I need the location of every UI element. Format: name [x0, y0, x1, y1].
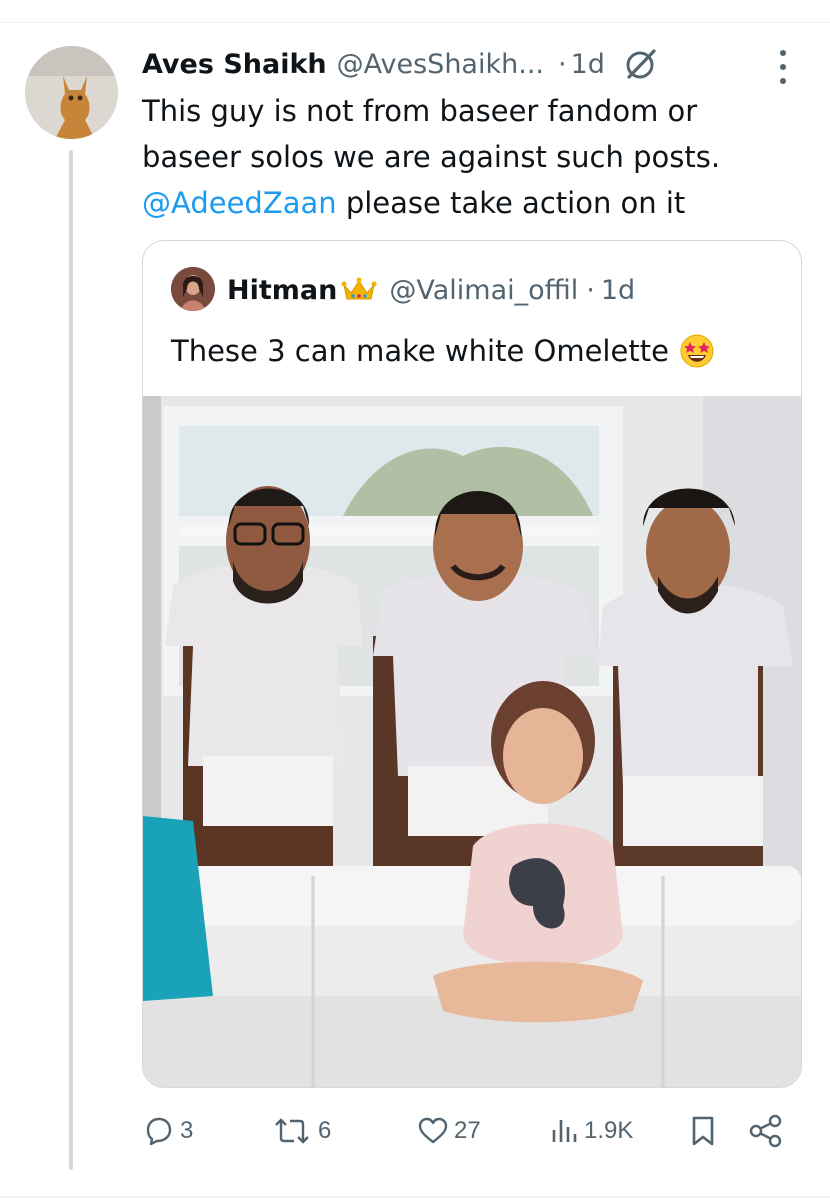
- more-icon[interactable]: [772, 50, 794, 84]
- views-icon: [552, 1120, 577, 1142]
- cat-avatar-image: [25, 46, 118, 139]
- reply-text-rest: please take action on it: [336, 186, 686, 220]
- star-struck-emoji-icon: [679, 333, 715, 369]
- author-handle[interactable]: @AvesShaikh...: [337, 49, 544, 80]
- separator-dot: ·: [557, 48, 567, 80]
- reply-text-line: @AdeedZaan please take action on it: [142, 180, 802, 226]
- reply-count: 3: [180, 1117, 194, 1144]
- bookmark-icon: [692, 1116, 714, 1146]
- separator-dot: ·: [586, 274, 595, 306]
- reply-header: Aves Shaikh @AvesShaikh... · 1d: [142, 44, 659, 84]
- quote-header: Hitman @Valimai_offil · 1d: [227, 269, 635, 311]
- reply-text-line: baseer solos we are against such posts.: [142, 140, 721, 174]
- repost-button[interactable]: 6: [270, 1106, 331, 1156]
- quote-author-handle[interactable]: @Valimai_offil: [389, 275, 578, 306]
- timestamp[interactable]: 1d: [571, 49, 605, 80]
- mention-link[interactable]: @AdeedZaan: [142, 186, 337, 220]
- grok-icon[interactable]: [623, 46, 659, 82]
- quote-media-image[interactable]: [143, 396, 801, 1087]
- quoted-tweet[interactable]: Hitman @Valimai_offil · 1d These 3 can m…: [142, 240, 802, 1088]
- share-icon: [749, 1114, 782, 1148]
- action-bar: 3 6 27 1.9K: [142, 1106, 792, 1156]
- view-count: 1.9K: [584, 1117, 634, 1144]
- views-button[interactable]: 1.9K: [550, 1106, 633, 1156]
- crown-emoji-icon: [341, 277, 377, 303]
- quote-timestamp[interactable]: 1d: [601, 275, 635, 306]
- reply-text: This guy is not from baseer fandom or ba…: [142, 88, 802, 226]
- thread-line: [69, 150, 73, 1170]
- heart-icon: [418, 1117, 448, 1144]
- bookmark-button[interactable]: [688, 1106, 718, 1156]
- reply-text-line: This guy is not from baseer fandom or: [142, 94, 698, 128]
- quote-text-content: These 3 can make white Omelette: [171, 334, 669, 368]
- reply-button[interactable]: 3: [142, 1106, 193, 1156]
- bottom-divider: [0, 1196, 830, 1198]
- quote-author-name[interactable]: Hitman: [227, 275, 337, 306]
- like-count: 27: [454, 1117, 481, 1144]
- repost-icon: [275, 1118, 309, 1144]
- like-button[interactable]: 27: [416, 1106, 481, 1156]
- quote-text: These 3 can make white Omelette: [171, 331, 715, 371]
- top-divider: [0, 22, 830, 23]
- avatar[interactable]: [25, 46, 118, 139]
- repost-count: 6: [318, 1117, 332, 1144]
- quote-avatar-image: [171, 267, 215, 311]
- author-name[interactable]: Aves Shaikh: [142, 49, 327, 80]
- share-button[interactable]: [748, 1106, 784, 1156]
- reply-icon: [146, 1117, 172, 1146]
- quote-avatar[interactable]: [171, 267, 215, 311]
